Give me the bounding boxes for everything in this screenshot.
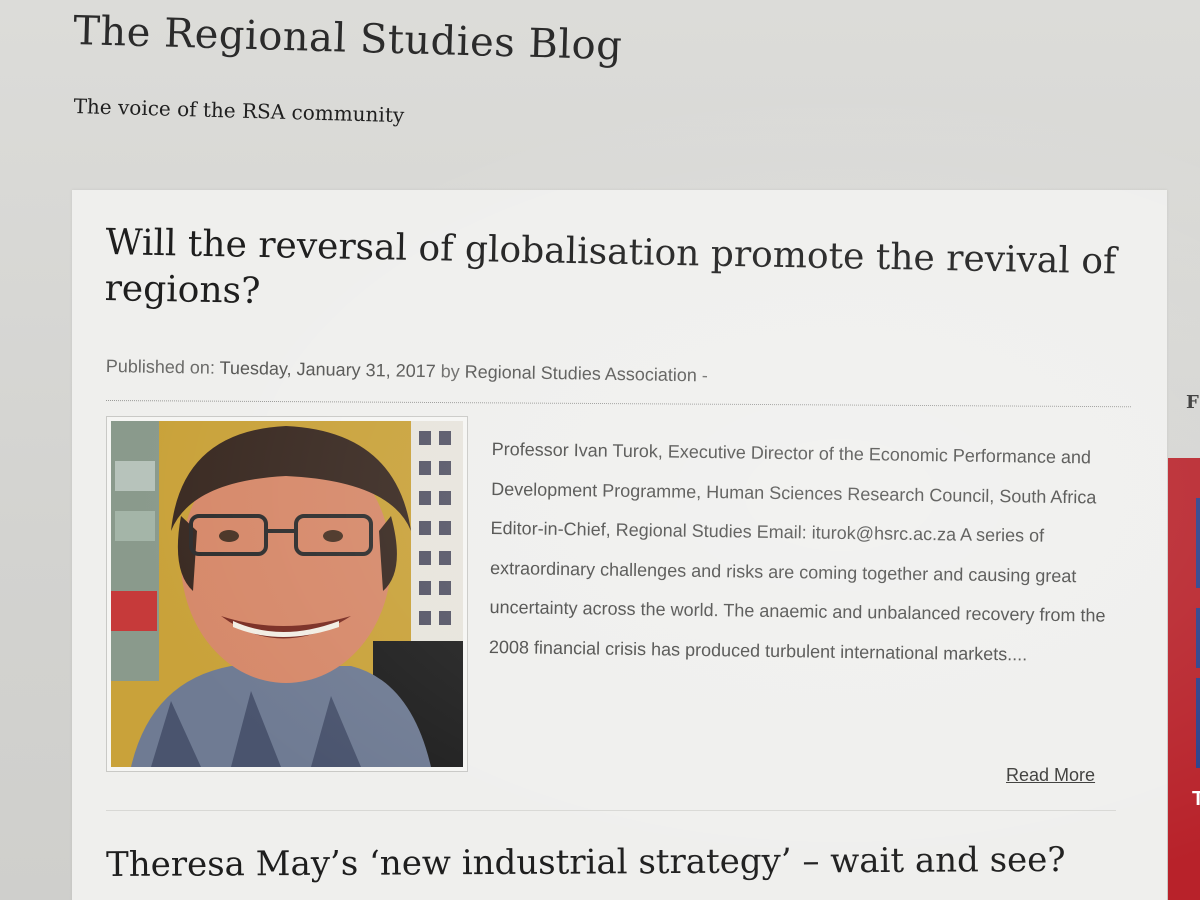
meta-prefix: Published on:	[105, 356, 220, 378]
post-title[interactable]: Will the reversal of globalisation promo…	[104, 220, 1126, 332]
site-tagline: The voice of the RSA community	[73, 94, 405, 128]
site-title[interactable]: The Regional Studies Blog	[73, 8, 974, 79]
blog-post: Will the reversal of globalisation promo…	[104, 220, 1136, 785]
post-author-link[interactable]: Regional Studies Association	[465, 362, 697, 386]
author-portrait-image	[111, 421, 463, 767]
read-more-link[interactable]: Read More	[1006, 765, 1095, 786]
banner-block	[1196, 608, 1200, 668]
blog-page: The Regional Studies Blog The voice of t…	[0, 0, 1200, 900]
post-meta: Published on: Tuesday, January 31, 2017 …	[106, 356, 708, 386]
next-post-title[interactable]: Theresa May’s ‘new industrial strategy’ …	[106, 840, 1066, 885]
post-divider	[106, 810, 1116, 811]
post-excerpt: Professor Ivan Turok, Executive Director…	[488, 438, 1106, 664]
site-header: The Regional Studies Blog The voice of t…	[73, 8, 974, 127]
banner-block	[1196, 678, 1200, 768]
banner-block	[1196, 498, 1200, 588]
sidebar-banner[interactable]: T	[1168, 458, 1200, 900]
post-date: Tuesday, January 31, 2017	[219, 357, 436, 382]
sidebar-heading-partial: F	[1186, 392, 1199, 413]
banner-text-partial: T	[1192, 788, 1200, 810]
meta-by: by	[435, 361, 465, 382]
main-content: Will the reversal of globalisation promo…	[72, 190, 1167, 900]
meta-divider	[105, 400, 1131, 408]
meta-suffix: -	[696, 365, 709, 386]
post-thumbnail[interactable]	[106, 416, 468, 772]
